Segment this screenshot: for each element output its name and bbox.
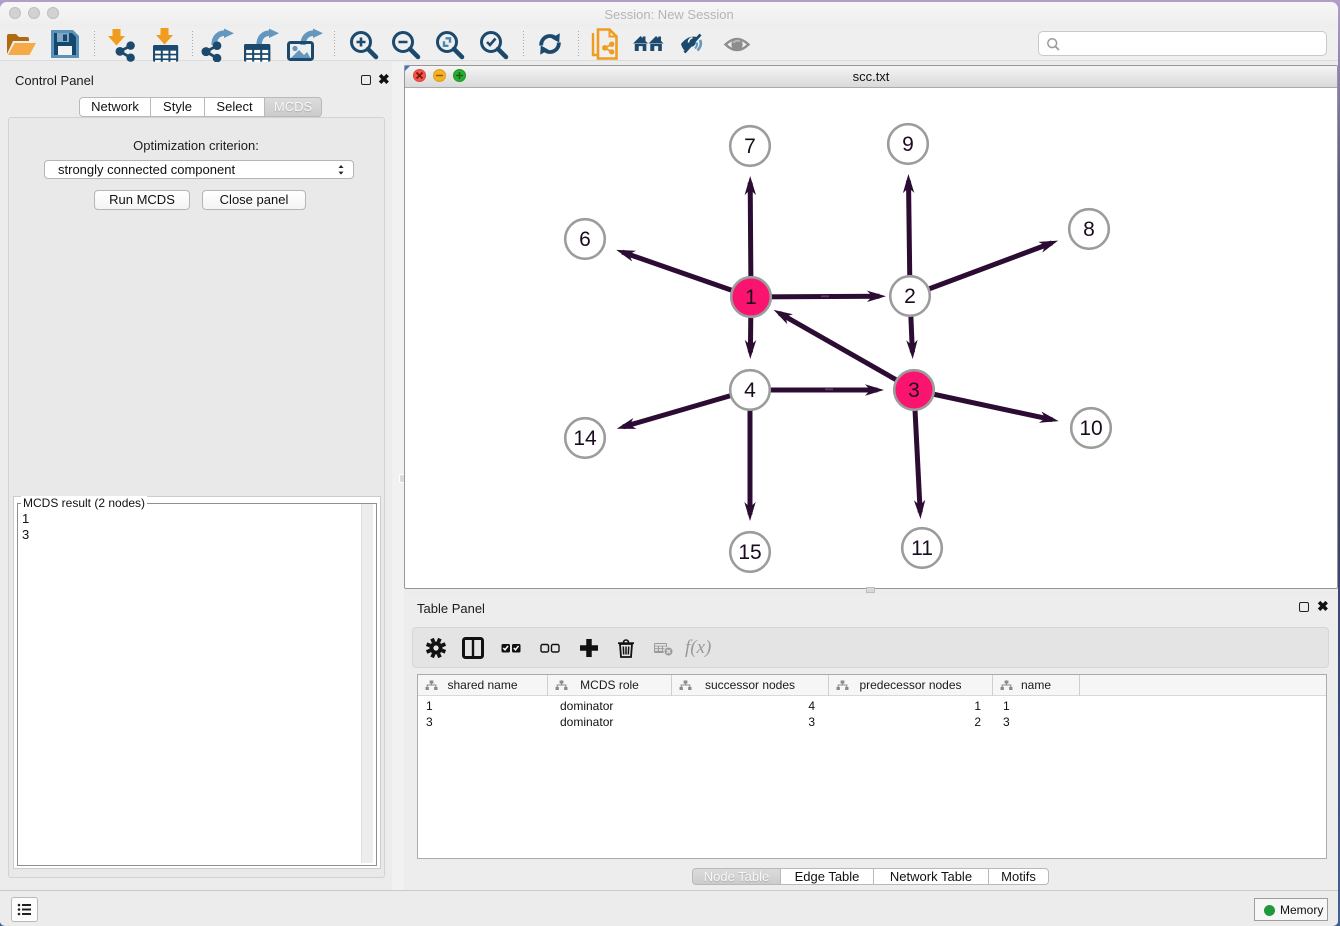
svg-text:6: 6 xyxy=(579,228,591,251)
svg-text:14: 14 xyxy=(573,427,597,450)
svg-text:1: 1 xyxy=(745,286,757,309)
svg-text:11: 11 xyxy=(911,537,933,560)
svg-text:15: 15 xyxy=(738,541,761,564)
svg-text:9: 9 xyxy=(902,133,914,156)
svg-text:f(x): f(x) xyxy=(685,637,711,658)
svg-text:3: 3 xyxy=(908,379,920,402)
svg-text:4: 4 xyxy=(744,379,756,402)
svg-text:2: 2 xyxy=(904,285,916,308)
svg-text:7: 7 xyxy=(744,135,756,158)
svg-text:8: 8 xyxy=(1083,218,1095,241)
svg-text:10: 10 xyxy=(1079,417,1102,440)
